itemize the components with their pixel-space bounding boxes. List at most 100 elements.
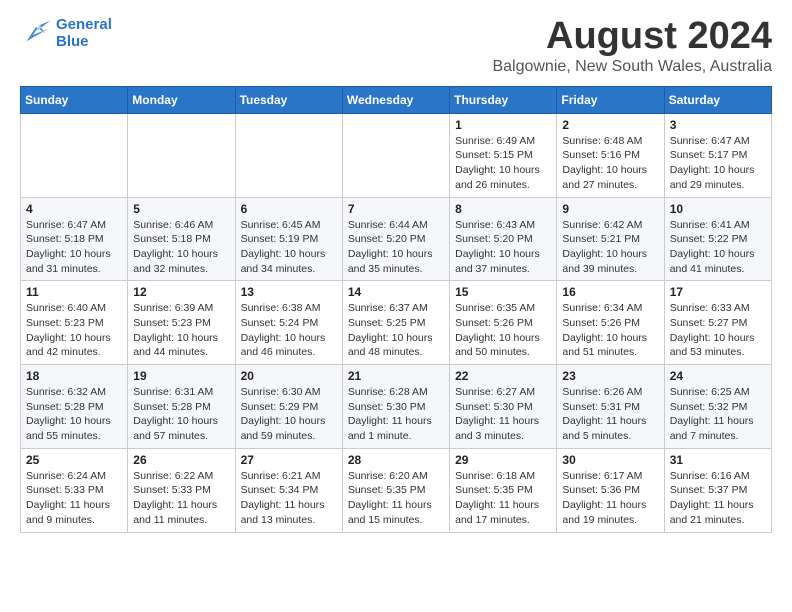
day-header-saturday: Saturday <box>664 86 771 113</box>
day-info: Sunrise: 6:21 AM Sunset: 5:34 PM Dayligh… <box>241 469 337 528</box>
calendar-cell: 17Sunrise: 6:33 AM Sunset: 5:27 PM Dayli… <box>664 281 771 365</box>
day-number: 21 <box>348 369 444 383</box>
day-number: 13 <box>241 285 337 299</box>
calendar-cell: 11 Sunrise: 6:40 AM Sunset: 5:23 PM Dayli… <box>21 281 128 365</box>
day-number: 24 <box>670 369 766 383</box>
calendar-cell: 26Sunrise: 6:22 AM Sunset: 5:33 PM Dayli… <box>128 448 235 532</box>
calendar-cell <box>342 113 449 197</box>
day-number: 3 <box>670 118 766 132</box>
day-info: Sunrise: 6:35 AM Sunset: 5:26 PM Dayligh… <box>455 301 551 360</box>
day-info: Sunrise: 6:20 AM Sunset: 5:35 PM Dayligh… <box>348 469 444 528</box>
day-info: Sunrise: 6:48 AM Sunset: 5:16 PM Dayligh… <box>562 134 658 193</box>
day-number: 7 <box>348 202 444 216</box>
day-info: Sunrise: 6:22 AM Sunset: 5:33 PM Dayligh… <box>133 469 229 528</box>
calendar-cell: 30 Sunrise: 6:17 AM Sunset: 5:36 PM Dayli… <box>557 448 664 532</box>
calendar-cell: 16 Sunrise: 6:34 AM Sunset: 5:26 PM Dayli… <box>557 281 664 365</box>
day-info: Sunrise: 6:45 AM Sunset: 5:19 PM Dayligh… <box>241 218 337 277</box>
week-row-3: 11 Sunrise: 6:40 AM Sunset: 5:23 PM Dayli… <box>21 281 772 365</box>
day-number: 9 <box>562 202 658 216</box>
calendar-cell: 24Sunrise: 6:25 AM Sunset: 5:32 PM Dayli… <box>664 365 771 449</box>
day-number: 31 <box>670 453 766 467</box>
calendar-cell: 25 Sunrise: 6:24 AM Sunset: 5:33 PM Dayli… <box>21 448 128 532</box>
day-info: Sunrise: 6:37 AM Sunset: 5:25 PM Dayligh… <box>348 301 444 360</box>
calendar-cell: 2Sunrise: 6:48 AM Sunset: 5:16 PM Daylig… <box>557 113 664 197</box>
day-number: 14 <box>348 285 444 299</box>
day-header-tuesday: Tuesday <box>235 86 342 113</box>
calendar-cell: 31 Sunrise: 6:16 AM Sunset: 5:37 PM Dayli… <box>664 448 771 532</box>
calendar-cell: 8Sunrise: 6:43 AM Sunset: 5:20 PM Daylig… <box>450 197 557 281</box>
calendar-cell: 10 Sunrise: 6:41 AM Sunset: 5:22 PM Dayli… <box>664 197 771 281</box>
calendar-table: SundayMondayTuesdayWednesdayThursdayFrid… <box>20 86 772 533</box>
calendar-cell: 7Sunrise: 6:44 AM Sunset: 5:20 PM Daylig… <box>342 197 449 281</box>
calendar-cell: 20 Sunrise: 6:30 AM Sunset: 5:29 PM Dayli… <box>235 365 342 449</box>
day-number: 12 <box>133 285 229 299</box>
calendar-header-row: SundayMondayTuesdayWednesdayThursdayFrid… <box>21 86 772 113</box>
week-row-5: 25 Sunrise: 6:24 AM Sunset: 5:33 PM Dayli… <box>21 448 772 532</box>
day-info: Sunrise: 6:33 AM Sunset: 5:27 PM Dayligh… <box>670 301 766 360</box>
day-number: 4 <box>26 202 122 216</box>
day-header-monday: Monday <box>128 86 235 113</box>
calendar-cell: 27 Sunrise: 6:21 AM Sunset: 5:34 PM Dayli… <box>235 448 342 532</box>
calendar-cell: 1 Sunrise: 6:49 AM Sunset: 5:15 PM Daylig… <box>450 113 557 197</box>
day-number: 27 <box>241 453 337 467</box>
calendar-cell: 15Sunrise: 6:35 AM Sunset: 5:26 PM Dayli… <box>450 281 557 365</box>
day-number: 23 <box>562 369 658 383</box>
calendar-cell <box>128 113 235 197</box>
day-info: Sunrise: 6:42 AM Sunset: 5:21 PM Dayligh… <box>562 218 658 277</box>
calendar-cell: 21Sunrise: 6:28 AM Sunset: 5:30 PM Dayli… <box>342 365 449 449</box>
calendar-cell: 18 Sunrise: 6:32 AM Sunset: 5:28 PM Dayli… <box>21 365 128 449</box>
day-info: Sunrise: 6:38 AM Sunset: 5:24 PM Dayligh… <box>241 301 337 360</box>
calendar-cell: 9 Sunrise: 6:42 AM Sunset: 5:21 PM Daylig… <box>557 197 664 281</box>
day-number: 11 <box>26 285 122 299</box>
day-info: Sunrise: 6:17 AM Sunset: 5:36 PM Dayligh… <box>562 469 658 528</box>
day-number: 25 <box>26 453 122 467</box>
calendar-cell: 14 Sunrise: 6:37 AM Sunset: 5:25 PM Dayli… <box>342 281 449 365</box>
calendar-cell <box>21 113 128 197</box>
day-number: 29 <box>455 453 551 467</box>
week-row-1: 1 Sunrise: 6:49 AM Sunset: 5:15 PM Daylig… <box>21 113 772 197</box>
logo: General Blue <box>20 16 112 50</box>
week-row-4: 18 Sunrise: 6:32 AM Sunset: 5:28 PM Dayli… <box>21 365 772 449</box>
calendar-cell: 19Sunrise: 6:31 AM Sunset: 5:28 PM Dayli… <box>128 365 235 449</box>
day-header-wednesday: Wednesday <box>342 86 449 113</box>
page-header: General Blue August 2024 Balgownie, New … <box>20 16 772 76</box>
day-info: Sunrise: 6:30 AM Sunset: 5:29 PM Dayligh… <box>241 385 337 444</box>
week-row-2: 4 Sunrise: 6:47 AM Sunset: 5:18 PM Daylig… <box>21 197 772 281</box>
calendar-cell: 12 Sunrise: 6:39 AM Sunset: 5:23 PM Dayli… <box>128 281 235 365</box>
day-info: Sunrise: 6:40 AM Sunset: 5:23 PM Dayligh… <box>26 301 122 360</box>
day-number: 18 <box>26 369 122 383</box>
day-info: Sunrise: 6:32 AM Sunset: 5:28 PM Dayligh… <box>26 385 122 444</box>
calendar-cell: 22 Sunrise: 6:27 AM Sunset: 5:30 PM Dayli… <box>450 365 557 449</box>
day-info: Sunrise: 6:39 AM Sunset: 5:23 PM Dayligh… <box>133 301 229 360</box>
calendar-cell: 6Sunrise: 6:45 AM Sunset: 5:19 PM Daylig… <box>235 197 342 281</box>
day-number: 30 <box>562 453 658 467</box>
day-header-friday: Friday <box>557 86 664 113</box>
day-info: Sunrise: 6:49 AM Sunset: 5:15 PM Dayligh… <box>455 134 551 193</box>
day-number: 8 <box>455 202 551 216</box>
day-info: Sunrise: 6:47 AM Sunset: 5:17 PM Dayligh… <box>670 134 766 193</box>
day-info: Sunrise: 6:47 AM Sunset: 5:18 PM Dayligh… <box>26 218 122 277</box>
day-number: 20 <box>241 369 337 383</box>
title-section: August 2024 Balgownie, New South Wales, … <box>492 16 772 76</box>
day-number: 22 <box>455 369 551 383</box>
month-year: August 2024 <box>492 16 772 58</box>
day-number: 5 <box>133 202 229 216</box>
logo-text: General Blue <box>56 16 112 50</box>
logo-icon <box>20 19 52 47</box>
day-info: Sunrise: 6:34 AM Sunset: 5:26 PM Dayligh… <box>562 301 658 360</box>
day-header-thursday: Thursday <box>450 86 557 113</box>
calendar-cell: 4 Sunrise: 6:47 AM Sunset: 5:18 PM Daylig… <box>21 197 128 281</box>
calendar-cell: 5 Sunrise: 6:46 AM Sunset: 5:18 PM Daylig… <box>128 197 235 281</box>
location: Balgownie, New South Wales, Australia <box>492 58 772 76</box>
day-number: 1 <box>455 118 551 132</box>
day-number: 16 <box>562 285 658 299</box>
calendar-cell: 23Sunrise: 6:26 AM Sunset: 5:31 PM Dayli… <box>557 365 664 449</box>
day-number: 10 <box>670 202 766 216</box>
day-info: Sunrise: 6:18 AM Sunset: 5:35 PM Dayligh… <box>455 469 551 528</box>
calendar-cell: 3 Sunrise: 6:47 AM Sunset: 5:17 PM Daylig… <box>664 113 771 197</box>
day-info: Sunrise: 6:27 AM Sunset: 5:30 PM Dayligh… <box>455 385 551 444</box>
day-info: Sunrise: 6:24 AM Sunset: 5:33 PM Dayligh… <box>26 469 122 528</box>
day-info: Sunrise: 6:16 AM Sunset: 5:37 PM Dayligh… <box>670 469 766 528</box>
day-info: Sunrise: 6:46 AM Sunset: 5:18 PM Dayligh… <box>133 218 229 277</box>
day-info: Sunrise: 6:41 AM Sunset: 5:22 PM Dayligh… <box>670 218 766 277</box>
